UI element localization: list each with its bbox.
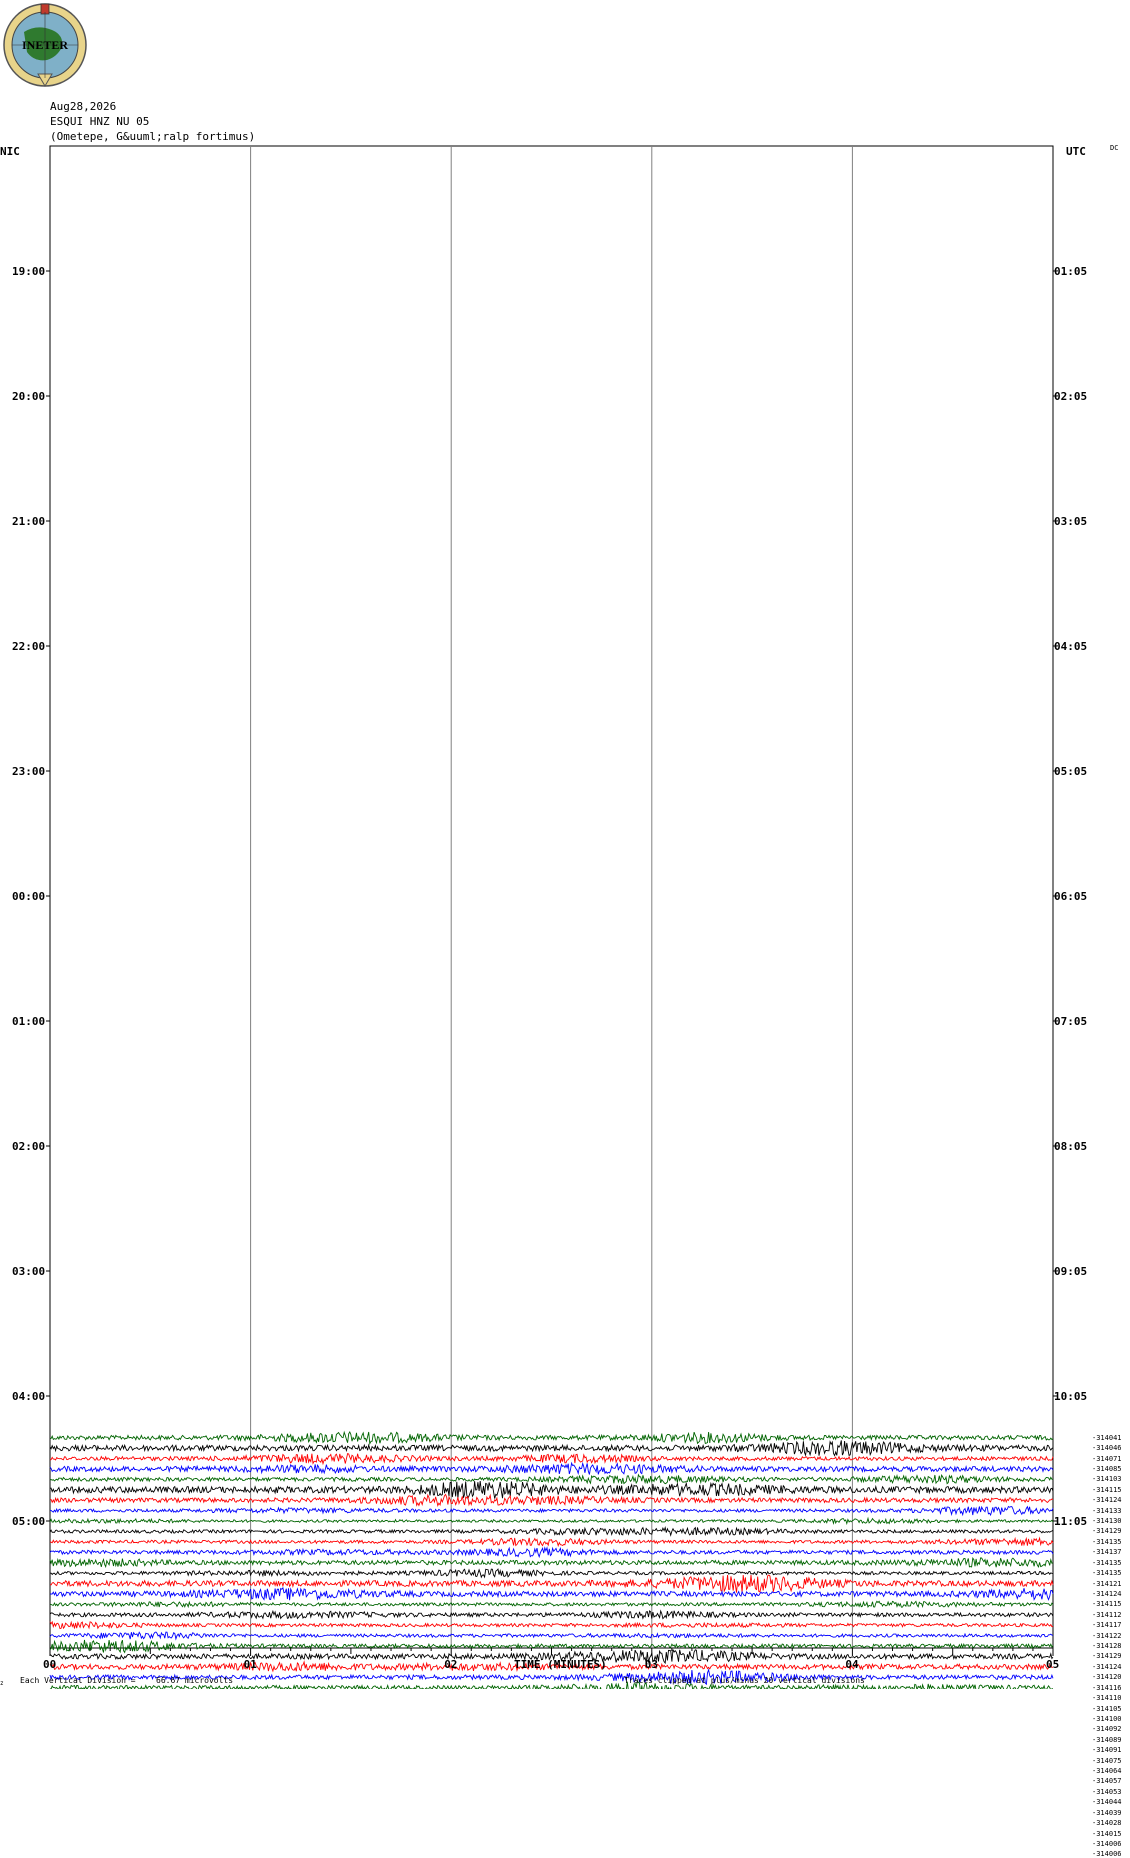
trace-offset-label: -314135 bbox=[1092, 1569, 1122, 1578]
seismic-trace bbox=[49, 1516, 1054, 1526]
seismic-trace bbox=[49, 1574, 1054, 1593]
trace-offset-label: -314120 bbox=[1092, 1673, 1122, 1682]
left-hour-label: 04:00 bbox=[12, 1390, 46, 1403]
right-hour-label: 10:05 bbox=[1054, 1390, 1088, 1403]
trace-offset-label: -314039 bbox=[1092, 1808, 1122, 1817]
trace-offset-label: -314044 bbox=[1092, 1798, 1122, 1807]
trace-offset-label: -314091 bbox=[1092, 1746, 1122, 1755]
trace-offset-label: -314015 bbox=[1092, 1829, 1122, 1838]
left-hour-label: 03:00 bbox=[12, 1265, 46, 1278]
right-hour-label: 05:05 bbox=[1054, 765, 1088, 778]
trace-offset-label: -314053 bbox=[1092, 1787, 1122, 1796]
trace-offset-label: -314124 bbox=[1092, 1496, 1122, 1505]
seismic-trace bbox=[49, 1453, 1054, 1466]
trace-offset-label: -314137 bbox=[1092, 1548, 1122, 1557]
trace-offset-label: -314129 bbox=[1092, 1652, 1122, 1661]
trace-offset-label: -314105 bbox=[1092, 1704, 1122, 1713]
right-hour-label: 07:05 bbox=[1054, 1015, 1088, 1028]
right-hour-label: 06:05 bbox=[1054, 890, 1088, 903]
plot-frame bbox=[49, 145, 1054, 1649]
seismic-trace bbox=[49, 1440, 1054, 1457]
right-hour-label: 01:05 bbox=[1054, 265, 1088, 278]
trace-offset-label: -314071 bbox=[1092, 1454, 1122, 1463]
trace-offset-label: -314124 bbox=[1092, 1662, 1122, 1671]
seismic-trace bbox=[49, 1609, 1054, 1620]
seismic-trace bbox=[49, 1461, 1054, 1476]
trace-offset-label: -314122 bbox=[1092, 1631, 1122, 1640]
left-hour-label: 20:00 bbox=[12, 390, 46, 403]
right-hour-label: 09:05 bbox=[1054, 1265, 1088, 1278]
seismic-trace bbox=[49, 1600, 1054, 1609]
trace-offset-label: -314133 bbox=[1092, 1506, 1122, 1515]
seismic-trace bbox=[49, 1620, 1054, 1630]
left-hour-label: 05:00 bbox=[12, 1515, 46, 1528]
seismic-trace bbox=[49, 1631, 1054, 1641]
trace-offset-label: -314124 bbox=[1092, 1589, 1122, 1598]
x-tick-label: 00 bbox=[43, 1658, 57, 1671]
right-hour-label: 08:05 bbox=[1054, 1140, 1088, 1153]
left-hour-label: 02:00 bbox=[12, 1140, 46, 1153]
trace-offset-label: -314117 bbox=[1092, 1621, 1122, 1630]
trace-offset-label: -314112 bbox=[1092, 1610, 1122, 1619]
clipping-note: Traces clipped at plus/minus 20 vertical… bbox=[624, 1676, 865, 1685]
trace-offset-label: -314089 bbox=[1092, 1735, 1122, 1744]
trace-offset-label: -314130 bbox=[1092, 1517, 1122, 1525]
seismic-trace bbox=[49, 1480, 1054, 1500]
left-hour-label: 22:00 bbox=[12, 640, 46, 653]
seismic-trace bbox=[49, 1568, 1054, 1579]
seismic-trace bbox=[49, 1493, 1054, 1508]
trace-offset-label: -314092 bbox=[1092, 1725, 1122, 1734]
right-hour-label: 02:05 bbox=[1054, 390, 1088, 403]
vertical-division-value: 66.67 microvolts bbox=[156, 1676, 234, 1685]
trace-offset-label: -314129 bbox=[1092, 1527, 1122, 1536]
trace-offset-label: -314075 bbox=[1092, 1756, 1122, 1765]
trace-offset-label: -314057 bbox=[1092, 1777, 1122, 1786]
trace-offset-label: -314135 bbox=[1092, 1558, 1122, 1567]
right-hour-label: 11:05 bbox=[1054, 1515, 1088, 1528]
seismic-trace bbox=[49, 1546, 1054, 1559]
trace-offset-label: -314115 bbox=[1092, 1600, 1122, 1609]
trace-offset-label: -314115 bbox=[1092, 1485, 1122, 1494]
vertical-division-label: Each Vertical Division = bbox=[20, 1676, 136, 1685]
seismic-trace bbox=[49, 1430, 1054, 1446]
seismic-trace bbox=[49, 1525, 1054, 1537]
x-tick-label: 03 bbox=[644, 1658, 659, 1671]
x-tick-label: 01 bbox=[243, 1658, 257, 1671]
left-hour-label: 21:00 bbox=[12, 515, 46, 528]
trace-offset-label: -314103 bbox=[1092, 1475, 1122, 1484]
seismic-trace bbox=[49, 1536, 1054, 1548]
seismic-trace bbox=[49, 1505, 1054, 1517]
trace-offset-label: -314006 bbox=[1092, 1839, 1122, 1848]
trace-offset-label: -314116 bbox=[1092, 1683, 1122, 1692]
trace-offset-label: -314121 bbox=[1092, 1579, 1122, 1588]
seismic-trace bbox=[49, 1473, 1054, 1485]
trace-offset-label: -314064 bbox=[1092, 1767, 1122, 1775]
x-tick-label: 02 bbox=[444, 1658, 458, 1671]
trace-offset-label: -314046 bbox=[1092, 1444, 1122, 1453]
trace-offset-label: -314028 bbox=[1092, 1819, 1122, 1828]
left-hour-label: 19:00 bbox=[12, 265, 46, 278]
seismic-trace bbox=[49, 1586, 1054, 1601]
trace-offset-label: -314041 bbox=[1092, 1433, 1122, 1442]
trace-offset-label: -314135 bbox=[1092, 1537, 1122, 1546]
x-tick-label: 05 bbox=[1046, 1658, 1060, 1671]
trace-offset-label: -314006 bbox=[1092, 1850, 1122, 1858]
x-axis-title: TIME (MINUTES) bbox=[514, 1658, 607, 1671]
left-hour-label: 23:00 bbox=[12, 765, 46, 778]
left-hour-label: 00:00 bbox=[12, 890, 46, 903]
seismic-trace bbox=[49, 1557, 1054, 1569]
trace-offset-label: -314100 bbox=[1092, 1714, 1122, 1723]
trace-offset-label: -314110 bbox=[1092, 1694, 1122, 1703]
footer-corner-mark: z bbox=[0, 1680, 4, 1687]
x-tick-label: 04 bbox=[845, 1658, 859, 1671]
right-hour-label: 04:05 bbox=[1054, 640, 1088, 653]
trace-offset-label: -314128 bbox=[1092, 1642, 1122, 1650]
right-hour-label: 03:05 bbox=[1054, 515, 1088, 528]
seismogram-plot bbox=[46, 145, 1057, 1689]
trace-offset-label: -314085 bbox=[1092, 1464, 1122, 1473]
left-hour-label: 01:00 bbox=[12, 1015, 46, 1028]
